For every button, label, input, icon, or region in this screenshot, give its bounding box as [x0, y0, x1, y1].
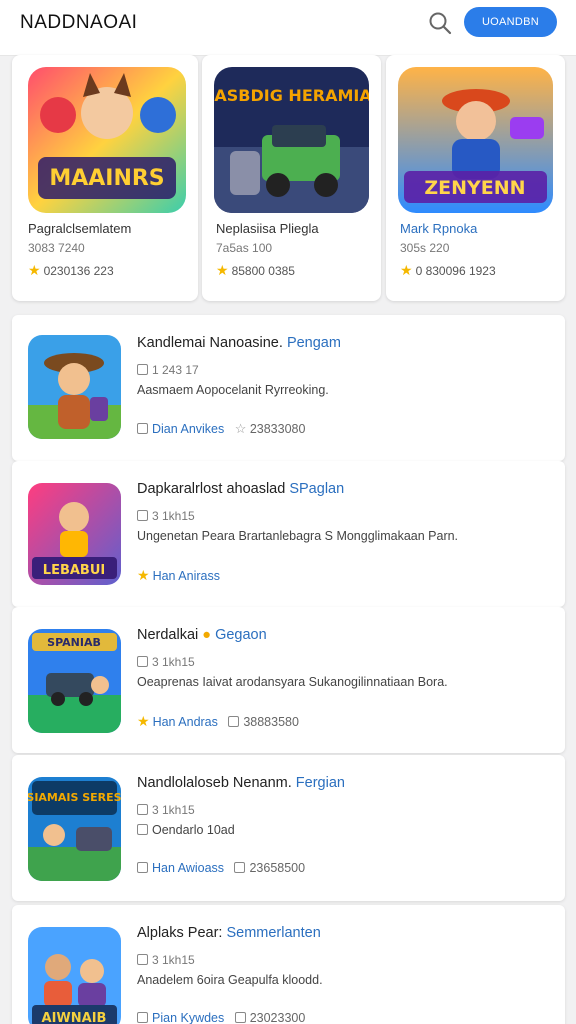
featured-rating: ★ 0230136 223 [28, 262, 114, 278]
app-icon: AIWNAIB [28, 927, 121, 1024]
list-item-title: Nandlolaloseb Nenanm. Fergian [137, 775, 345, 791]
featured-name: Neplasiisa Pliegla [216, 221, 319, 236]
app-icon-text: LEBABUI [43, 563, 105, 578]
list-item[interactable]: AIWNAIB Alplaks Pear: Semmerlanten 3 1kh… [12, 905, 565, 1024]
app-icon-text: AIWNAIB [42, 1011, 107, 1024]
featured-art-text: ZENYENN [424, 177, 525, 199]
star-icon: ★ [137, 713, 150, 729]
list-item-title: Alplaks Pear: Semmerlanten [137, 925, 321, 941]
app-icon: SIAMAIS SERES [28, 777, 121, 881]
star-icon: ★ [137, 567, 150, 583]
grid-icon [137, 804, 148, 815]
featured-art-text: MAAINRS [49, 166, 164, 191]
star-icon: ★ [28, 262, 41, 278]
grid-icon [137, 656, 148, 667]
featured-meta: 3083 7240 [28, 241, 85, 255]
featured-art: SIASBDIG HERAMIAN [214, 67, 369, 213]
app-icon: LEBABUI [28, 483, 121, 585]
list-item-footer: ★ Han Andras 38883580 [137, 713, 299, 729]
featured-art-text: SIASBDIG HERAMIAN [214, 86, 369, 105]
featured-rating: ★ 85800 0385 [216, 262, 295, 278]
list-item-footer: ★ Han Anirass [137, 567, 220, 583]
featured-card[interactable]: MAAINRS Pagralclsemlatem 3083 7240 ★ 0230… [12, 55, 198, 301]
list-item-sub: 3 1kh15 [137, 655, 195, 669]
grid-icon [137, 954, 148, 965]
list-item-desc: Anadelem 6oira Geapulfa kloodd. [137, 973, 323, 987]
tag-icon [228, 716, 240, 727]
featured-name: Pagralclsemlatem [28, 221, 132, 236]
list-item-title: Nerdalkai ● Gegaon [137, 627, 267, 643]
app-icon: SPANIAB [28, 629, 121, 733]
app-icon-text: SPANIAB [47, 636, 101, 649]
list-item-footer: Han Awioass 23658500 [137, 861, 305, 875]
featured-card[interactable]: SIASBDIG HERAMIAN Neplasiisa Pliegla 7a5… [202, 55, 381, 301]
list-item-desc: Ungenetan Peara Brartanlebagra S Monggli… [137, 529, 459, 543]
tag-icon [234, 1012, 246, 1023]
star-icon: ★ [216, 262, 229, 278]
list-item-desc: Oeaprenas Iaivat arodansyara Sukanogilin… [137, 675, 448, 689]
grid-icon [137, 364, 148, 375]
star-outline-icon: ☆ [234, 421, 247, 436]
doc-icon [137, 824, 148, 835]
list-item-title: Dapkaralrlost ahoaslad SPaglan [137, 481, 345, 497]
list-item-sub: 3 1kh15 [137, 953, 195, 967]
search-icon[interactable] [426, 9, 454, 37]
list-item-sub: 1 243 17 [137, 363, 199, 377]
app-title: NADDNAOAI [20, 12, 138, 33]
featured-rating: ★ 0 830096 1923 [400, 262, 496, 278]
featured-card[interactable]: ZENYENN Mark Rpnoka 305s 220 ★ 0 830096 1… [386, 55, 565, 301]
tag-icon [234, 862, 246, 873]
list-item-desc: Aasmaem Aopocelanit Ryrreoking. [137, 383, 329, 397]
list-item-sub: 3 1kh15 [137, 509, 195, 523]
emoji-icon: ● [202, 627, 212, 643]
featured-name: Mark Rpnoka [400, 221, 478, 236]
featured-art: ZENYENN [398, 67, 553, 213]
primary-action-button[interactable]: UOANDBN [464, 7, 557, 37]
list-item[interactable]: Kandlemai Nanoasine. Pengam 1 243 17 Aas… [12, 315, 565, 461]
star-icon: ★ [400, 262, 413, 278]
grid-icon [137, 510, 148, 521]
list-item-desc: Oendarlo 10ad [137, 823, 235, 837]
list-item-title: Kandlemai Nanoasine. Pengam [137, 335, 341, 351]
featured-art: MAAINRS [28, 67, 186, 213]
top-app-bar: NADDNAOAI UOANDBN [0, 0, 576, 56]
list-item[interactable]: LEBABUI Dapkaralrlost ahoaslad SPaglan 3… [12, 461, 565, 607]
app-icon-text: SIAMAIS SERES [28, 791, 121, 804]
featured-meta: 7a5as 100 [216, 241, 273, 255]
list-item[interactable]: SPANIAB Nerdalkai ● Gegaon 3 1kh15 Oeapr… [12, 607, 565, 753]
featured-meta: 305s 220 [400, 241, 450, 255]
list-item[interactable]: SIAMAIS SERES Nandlolaloseb Nenanm. Ferg… [12, 755, 565, 901]
tag-icon [137, 862, 148, 873]
tag-icon [137, 423, 148, 434]
list-item-sub: 3 1kh15 [137, 803, 195, 817]
list-item-footer: Dian Anvikes ☆ 23833080 [137, 421, 305, 437]
list-item-footer: Pian Kywdes 23023300 [137, 1011, 305, 1024]
tag-icon [137, 1012, 148, 1023]
app-icon [28, 335, 121, 439]
